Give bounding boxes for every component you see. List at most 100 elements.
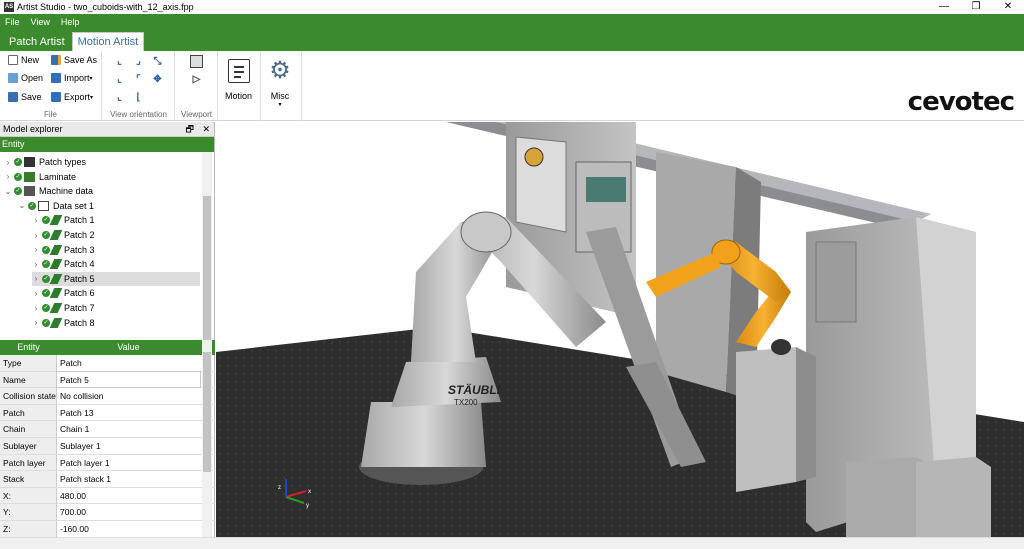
chevron-right-icon[interactable]: › — [32, 274, 40, 283]
menu-file[interactable]: File — [5, 17, 20, 27]
tree-item-label: Patch 5 — [64, 273, 95, 284]
export-label: Export — [64, 92, 91, 102]
view-back-icon[interactable]: ⌟ — [132, 55, 145, 68]
viewport-camera-icon[interactable]: ▷ — [190, 73, 203, 86]
import-icon — [51, 73, 61, 83]
tab-patch-artist[interactable]: Patch Artist — [4, 33, 70, 51]
properties-scrollbar[interactable] — [202, 340, 212, 537]
motion-button[interactable]: Motion — [225, 59, 252, 101]
chevron-right-icon[interactable]: › — [4, 158, 12, 167]
patch-icon — [49, 303, 63, 313]
menu-help[interactable]: Help — [61, 17, 80, 27]
property-value[interactable]: Patch — [57, 355, 200, 371]
panel-close-icon[interactable]: ✕ — [202, 124, 210, 134]
tree-item[interactable]: ⌄ ✓ Data set 1 — [18, 199, 200, 213]
tree-scrollbar[interactable] — [202, 152, 212, 357]
property-value[interactable]: 480.00 — [57, 488, 200, 504]
3d-viewport[interactable]: STÄUBLI TX200 z x y — [216, 122, 1024, 537]
property-value[interactable]: Patch layer 1 — [57, 455, 200, 471]
scene-illustration[interactable]: STÄUBLI TX200 z x y — [216, 122, 1024, 537]
view-right-icon[interactable]: ⌞ — [113, 73, 126, 86]
misc-button[interactable]: ⚙ Misc ▾ — [268, 59, 292, 109]
ribbon: New Open Save Save As Import ▾ Export ▾ Fi… — [0, 51, 1024, 121]
properties-entity-header: Entity — [17, 342, 40, 352]
import-button[interactable]: Import ▾ — [51, 73, 93, 83]
patch-icon — [49, 288, 63, 299]
pin-icon[interactable]: 🗗 — [185, 124, 193, 134]
misc-group: ⚙ Misc ▾ — [262, 51, 302, 121]
tree-item[interactable]: ⌄ ✓ Machine data — [4, 184, 200, 198]
chevron-down-icon[interactable]: ⌄ — [4, 187, 12, 196]
tree-item[interactable]: › ✓ Patch 8 — [32, 316, 200, 330]
minimize-button[interactable]: — — [928, 0, 960, 14]
properties-scrollbar-thumb[interactable] — [203, 352, 211, 472]
menu-view[interactable]: View — [31, 17, 50, 27]
property-value[interactable]: No collision — [57, 388, 200, 404]
save-button[interactable]: Save — [8, 92, 42, 102]
brand-logo: cevotec — [907, 87, 1015, 117]
chevron-right-icon[interactable]: › — [32, 289, 40, 298]
property-row: Y: 700.00 — [0, 504, 215, 521]
view-front-icon[interactable]: ⌞ — [113, 55, 126, 68]
property-value[interactable]: Sublayer 1 — [57, 438, 200, 454]
tree-item[interactable]: › ✓ Laminate — [4, 170, 200, 184]
tree-item-label: Patch 6 — [64, 288, 95, 299]
properties-grid: Entity Value Type Patch Name Patch 5 Collisi… — [0, 340, 215, 537]
tree-item[interactable]: › ✓ Patch types — [4, 155, 200, 169]
tree-item[interactable]: › ✓ Patch 2 — [32, 228, 200, 242]
property-key: Name — [0, 371, 57, 388]
patch-icon — [49, 317, 63, 328]
property-key: Stack — [0, 471, 57, 487]
model-explorer-header: Model explorer 🗗 ✕ — [0, 122, 214, 137]
property-row: Collision state No collision — [0, 388, 215, 405]
view-top-icon[interactable]: ⌜ — [132, 73, 145, 86]
property-value[interactable]: Patch 13 — [57, 405, 200, 421]
tree-item[interactable]: › ✓ Patch 3 — [32, 243, 200, 257]
chevron-right-icon[interactable]: › — [32, 245, 40, 254]
chevron-right-icon[interactable]: › — [32, 260, 40, 269]
property-value[interactable]: Chain 1 — [57, 421, 200, 437]
tree-item[interactable]: › ✓ Patch 4 — [32, 257, 200, 271]
view-left-icon[interactable]: ⤡ — [151, 55, 164, 68]
property-value[interactable]: Patch 5 — [56, 370, 201, 389]
export-button[interactable]: Export ▾ — [51, 92, 93, 102]
tree-scrollbar-thumb[interactable] — [203, 196, 211, 346]
view-iso-icon[interactable]: ✥ — [151, 73, 164, 86]
property-value[interactable]: -160.00 — [57, 521, 200, 537]
check-icon: ✓ — [42, 274, 50, 283]
check-icon: ✓ — [28, 201, 36, 210]
save-as-button[interactable]: Save As — [51, 55, 97, 65]
open-label: Open — [21, 73, 44, 83]
close-button[interactable]: ✕ — [992, 0, 1024, 14]
view-bottom-icon[interactable]: ⌞ — [113, 91, 126, 104]
white-robot — [391, 357, 501, 407]
tree-item[interactable]: › ✓ Patch 7 — [32, 301, 200, 315]
tree-item[interactable]: › ✓ Patch 1 — [32, 213, 200, 227]
tree-item-label: Patch 8 — [64, 317, 95, 328]
view-side-icon[interactable]: ⌊ — [132, 91, 145, 104]
chevron-down-icon[interactable]: ⌄ — [18, 201, 26, 210]
property-value[interactable]: Patch stack 1 — [57, 471, 200, 487]
open-button[interactable]: Open — [8, 73, 43, 83]
property-row: Patch Patch 13 — [0, 404, 215, 422]
chevron-right-icon[interactable]: › — [32, 231, 40, 240]
motion-label: Motion — [225, 91, 253, 101]
tab-motion-artist[interactable]: Motion Artist — [71, 32, 145, 51]
pedestal — [736, 347, 796, 492]
tree-column-header: Entity — [0, 137, 214, 152]
check-icon: ✓ — [42, 318, 50, 327]
tree-item[interactable]: › ✓ Patch 6 — [32, 286, 200, 300]
model-explorer-panel: Model explorer 🗗 ✕ Entity › ✓ Patch types ›… — [0, 122, 215, 537]
chevron-right-icon[interactable]: › — [32, 304, 40, 313]
axis-y-label: y — [306, 503, 309, 509]
chevron-right-icon[interactable]: › — [32, 216, 40, 225]
chevron-right-icon[interactable]: › — [32, 318, 40, 327]
tree-item[interactable]: › ✓ Patch 5 — [32, 271, 200, 286]
property-value[interactable]: 700.00 — [57, 504, 200, 520]
new-button[interactable]: New — [8, 55, 39, 65]
property-key: Z: — [0, 520, 57, 537]
maximize-button[interactable]: ❐ — [960, 0, 992, 14]
viewport-frame-icon[interactable] — [190, 55, 203, 68]
chevron-right-icon[interactable]: › — [4, 172, 12, 181]
check-icon: ✓ — [42, 231, 50, 239]
